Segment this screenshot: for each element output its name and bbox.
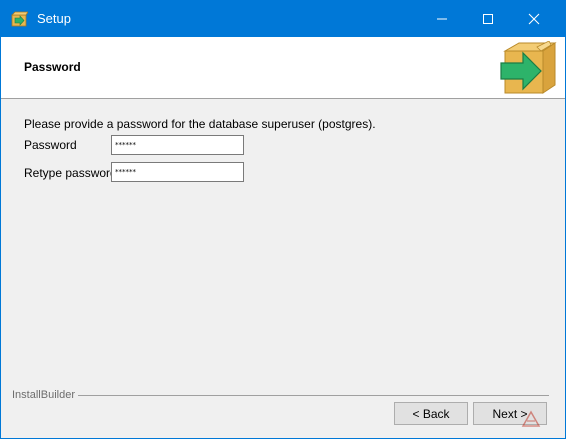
back-button[interactable]: < Back (394, 402, 468, 425)
minimize-button[interactable] (419, 1, 465, 37)
password-field[interactable]: ****** (111, 135, 244, 155)
content-area: Please provide a password for the databa… (1, 100, 565, 380)
title-bar[interactable]: Setup (1, 1, 565, 37)
page-header: Password (1, 37, 565, 99)
separator-line (75, 395, 549, 396)
maximize-button[interactable] (465, 1, 511, 37)
setup-window: Setup Password Please provide a password… (0, 0, 566, 439)
maximize-icon (483, 14, 493, 24)
retype-password-field[interactable]: ****** (111, 162, 244, 182)
minimize-icon (437, 18, 447, 20)
watermark-logo-icon (521, 410, 541, 427)
password-label: Password (24, 138, 77, 152)
box-arrow-icon (500, 41, 557, 94)
brand-separator: InstallBuilder (1, 389, 565, 401)
page-title: Password (24, 60, 81, 74)
window-title: Setup (37, 11, 71, 26)
installer-box-icon (11, 11, 28, 27)
password-prompt: Please provide a password for the databa… (24, 117, 376, 131)
brand-label: InstallBuilder (12, 389, 78, 401)
close-button[interactable] (511, 1, 557, 37)
close-icon (528, 13, 540, 25)
retype-password-label: Retype password (24, 166, 117, 180)
